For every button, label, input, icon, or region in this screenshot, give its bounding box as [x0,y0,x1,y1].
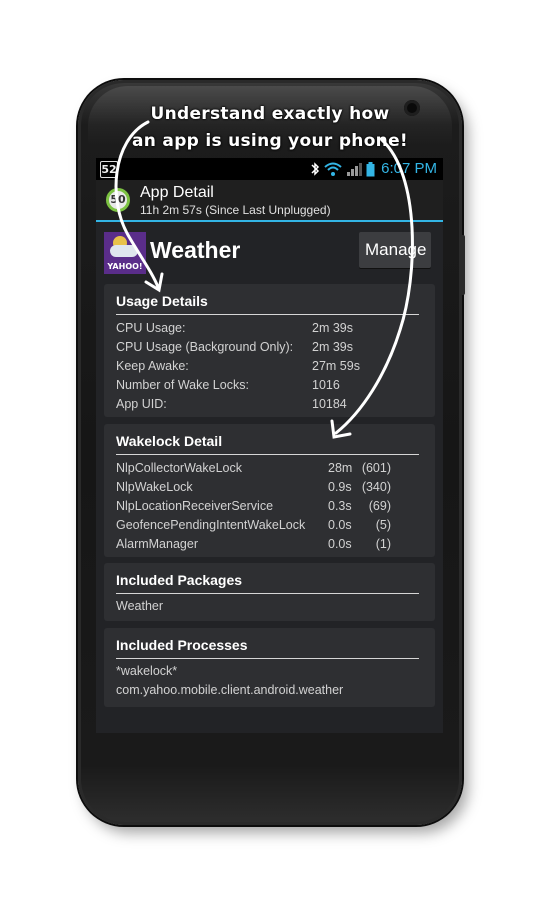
wakelock-duration: 0.0s [328,518,352,532]
promo-caption-line-2: an app is using your phone! [132,131,408,151]
divider [116,593,419,594]
status-time: 6:07 PM [381,160,437,177]
battery-level-badge[interactable]: 50 [106,188,130,212]
status-icons [310,161,375,177]
wakelock-count: (601) [361,461,391,475]
cloud-icon [110,245,138,257]
wakelock-count: (69) [368,499,391,513]
wakelock-detail-card: Wakelock Detail NlpCollectorWakeLock 28m… [104,424,435,557]
usage-label: CPU Usage (Background Only): [116,340,294,354]
usage-details-card: Usage Details CPU Usage: 2m 39s CPU Usag… [104,284,435,417]
usage-value: 2m 39s [312,321,353,335]
usage-value: 2m 39s [312,340,353,354]
included-packages-card: Included Packages Weather [104,563,435,621]
wakelock-count: (340) [361,480,391,494]
usage-value: 10184 [312,397,347,411]
manage-button[interactable]: Manage [359,232,431,268]
wakelock-duration: 0.3s [328,499,352,513]
usage-details-title: Usage Details [116,293,208,309]
wakelock-label: AlarmManager [116,537,198,551]
divider [116,658,419,659]
process-item: com.yahoo.mobile.client.android.weather [116,683,344,697]
wakelock-duration: 0.0s [328,537,352,551]
signal-icon [347,163,362,176]
notification-badge: 52 [100,161,118,178]
weather-app-icon: YAHOO! [104,232,146,274]
wakelock-duration: 0.9s [328,480,352,494]
app-icon-brand: YAHOO! [107,262,143,271]
bluetooth-icon [311,162,320,176]
wakelock-label: NlpCollectorWakeLock [116,461,242,475]
process-item: *wakelock* [116,664,178,678]
usage-label: Keep Awake: [116,359,189,373]
wakelock-count: (1) [375,537,391,551]
wifi-icon [324,162,342,176]
status-bar: 52 6:07 PM [96,158,443,180]
divider [116,314,419,315]
usage-value: 1016 [312,378,340,392]
package-item: Weather [116,599,164,613]
wakelock-detail-title: Wakelock Detail [116,433,223,449]
usage-label: Number of Wake Locks: [116,378,249,392]
included-processes-card: Included Processes *wakelock* com.yahoo.… [104,628,435,707]
wakelock-count: (5) [375,518,391,532]
included-processes-title: Included Processes [116,637,248,653]
wakelock-label: NlpWakeLock [116,480,193,494]
main-content: YAHOO! Weather Manage Usage Details CPU … [96,222,443,733]
wakelock-label: GeofencePendingIntentWakeLock [116,518,306,532]
page-title: App Detail [140,184,214,201]
usage-value: 27m 59s [312,359,360,373]
included-packages-title: Included Packages [116,572,243,588]
power-button [460,235,465,295]
promo-caption-line-1: Understand exactly how [150,104,390,124]
battery-icon [366,161,375,176]
page-subtitle: 11h 2m 57s (Since Last Unplugged) [140,203,331,217]
app-name: Weather [150,237,241,263]
wakelock-label: NlpLocationReceiverService [116,499,274,513]
divider [116,454,419,455]
usage-label: App UID: [116,397,167,411]
usage-label: CPU Usage: [116,321,186,335]
phone-screen: 52 6:07 PM 50 App Detail 11h 2m 57s (Sin… [96,158,443,733]
wakelock-duration: 28m [328,461,353,475]
app-detail-titlebar: 50 App Detail 11h 2m 57s (Since Last Unp… [96,180,443,222]
